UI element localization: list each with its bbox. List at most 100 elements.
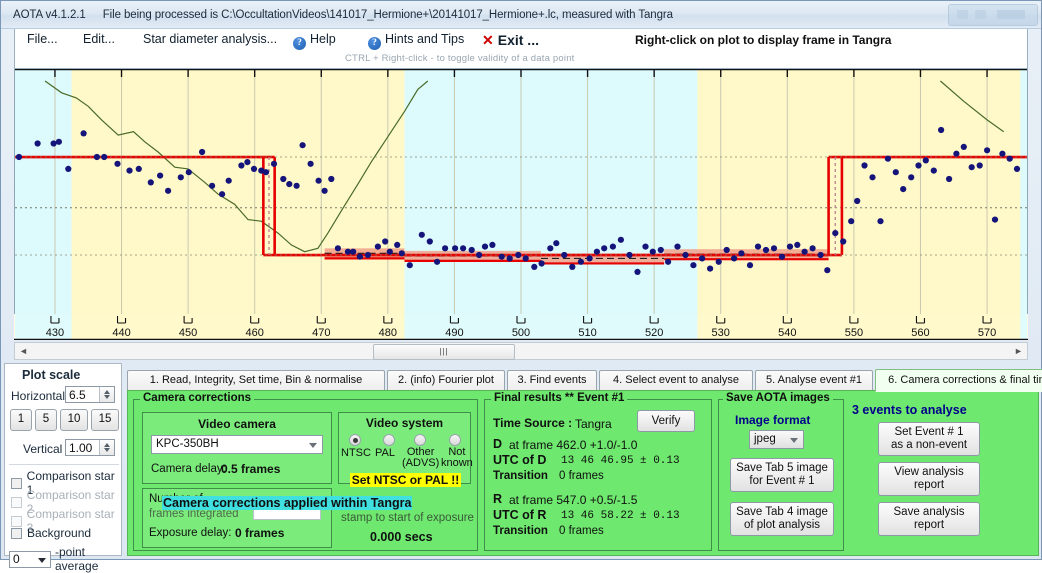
data-point[interactable]	[538, 260, 545, 267]
data-point[interactable]	[699, 255, 706, 262]
data-point[interactable]	[114, 160, 121, 167]
data-point[interactable]	[442, 245, 449, 252]
data-point[interactable]	[165, 187, 172, 194]
data-point[interactable]	[364, 251, 371, 259]
data-point[interactable]	[915, 162, 922, 169]
data-point[interactable]	[922, 157, 929, 164]
data-point[interactable]	[861, 162, 868, 169]
data-point[interactable]	[50, 140, 57, 147]
data-point[interactable]	[506, 255, 513, 262]
video-camera-select[interactable]: KPC-350BH	[151, 435, 323, 454]
data-point[interactable]	[406, 262, 413, 269]
data-point[interactable]	[299, 142, 306, 149]
data-point[interactable]	[778, 253, 786, 260]
data-point[interactable]	[293, 182, 300, 189]
horizontal-scale-stepper[interactable]: 6.5	[65, 386, 115, 403]
data-point[interactable]	[715, 258, 722, 265]
data-point[interactable]	[382, 238, 389, 245]
radio-not-known[interactable]	[449, 434, 461, 446]
data-point[interactable]	[649, 248, 656, 255]
data-point[interactable]	[848, 218, 855, 225]
data-point[interactable]	[1006, 155, 1013, 162]
data-point[interactable]	[15, 153, 23, 161]
data-point[interactable]	[809, 245, 816, 252]
data-point[interactable]	[840, 238, 847, 245]
point-average-select[interactable]: 0	[9, 550, 51, 568]
data-point[interactable]	[498, 253, 505, 260]
data-point[interactable]	[968, 164, 975, 171]
data-point[interactable]	[762, 246, 770, 254]
data-point[interactable]	[34, 140, 41, 147]
data-point[interactable]	[586, 255, 593, 262]
data-point[interactable]	[626, 251, 633, 259]
tab-analyse-event[interactable]: 5. Analyse event #1	[755, 370, 873, 391]
window-controls[interactable]	[948, 4, 1038, 26]
data-point[interactable]	[953, 150, 960, 157]
data-point[interactable]	[984, 147, 991, 154]
data-point[interactable]	[307, 160, 314, 167]
data-point[interactable]	[665, 258, 672, 265]
data-point[interactable]	[801, 248, 808, 255]
radio-pal[interactable]	[383, 434, 395, 446]
scroll-thumb[interactable]: |||	[373, 344, 515, 360]
data-point[interactable]	[468, 246, 475, 254]
data-point[interactable]	[489, 241, 496, 248]
data-point[interactable]	[794, 241, 801, 248]
data-point[interactable]	[690, 262, 697, 269]
data-point[interactable]	[209, 182, 216, 189]
verify-button[interactable]: Verify	[637, 410, 695, 432]
data-point[interactable]	[350, 248, 357, 255]
data-point[interactable]	[147, 179, 154, 186]
data-point[interactable]	[481, 243, 489, 250]
data-point[interactable]	[270, 160, 278, 167]
data-point[interactable]	[157, 172, 164, 179]
data-point[interactable]	[250, 165, 258, 172]
data-point[interactable]	[817, 251, 824, 259]
menu-edit[interactable]: Edit...	[83, 32, 115, 46]
data-point[interactable]	[356, 253, 363, 260]
menu-exit[interactable]: ✕ Exit ...	[482, 32, 539, 49]
data-point[interactable]	[601, 245, 608, 252]
data-point[interactable]	[738, 250, 745, 257]
data-point[interactable]	[991, 216, 999, 223]
tab-fourier-plot[interactable]: 2. (info) Fourier plot	[387, 370, 505, 391]
vertical-spin-buttons[interactable]	[99, 440, 114, 455]
data-point[interactable]	[135, 165, 142, 172]
data-point[interactable]	[315, 177, 322, 184]
preset-1-button[interactable]: 1	[10, 409, 32, 431]
data-point[interactable]	[960, 143, 967, 150]
data-point[interactable]	[746, 262, 754, 269]
data-point[interactable]	[262, 169, 270, 176]
preset-5-button[interactable]: 5	[35, 409, 57, 431]
data-point[interactable]	[80, 130, 87, 137]
save-tab5-image-button[interactable]: Save Tab 5 image for Event # 1	[730, 458, 834, 492]
data-point[interactable]	[824, 267, 831, 274]
data-point[interactable]	[892, 169, 899, 176]
data-point[interactable]	[908, 174, 915, 181]
plot-horizontal-scrollbar[interactable]: ◄ ► |||	[14, 342, 1028, 360]
image-format-select[interactable]: jpeg	[749, 430, 804, 449]
data-point[interactable]	[593, 248, 601, 255]
data-point[interactable]	[374, 243, 381, 250]
scroll-left-arrow[interactable]: ◄	[16, 343, 31, 359]
data-point[interactable]	[522, 255, 529, 262]
data-point[interactable]	[754, 243, 762, 250]
data-point[interactable]	[386, 248, 393, 255]
save-analysis-report-button[interactable]: Save analysis report	[878, 502, 980, 536]
set-non-event-button[interactable]: Set Event # 1 as a non-event	[878, 422, 980, 456]
data-point[interactable]	[642, 243, 649, 250]
view-analysis-report-button[interactable]: View analysis report	[878, 462, 980, 496]
data-point[interactable]	[238, 162, 245, 169]
data-point[interactable]	[930, 167, 937, 174]
data-point[interactable]	[286, 181, 293, 188]
menu-hints-and-tips[interactable]: ? Hints and Tips	[368, 32, 464, 50]
data-point[interactable]	[434, 258, 441, 265]
data-point[interactable]	[452, 245, 459, 252]
data-point[interactable]	[657, 246, 664, 254]
data-point[interactable]	[1013, 165, 1021, 172]
data-point[interactable]	[609, 243, 617, 250]
data-point[interactable]	[946, 175, 953, 183]
data-point[interactable]	[832, 230, 839, 237]
data-point[interactable]	[731, 255, 738, 262]
tab-find-events[interactable]: 3. Find events	[507, 370, 597, 391]
